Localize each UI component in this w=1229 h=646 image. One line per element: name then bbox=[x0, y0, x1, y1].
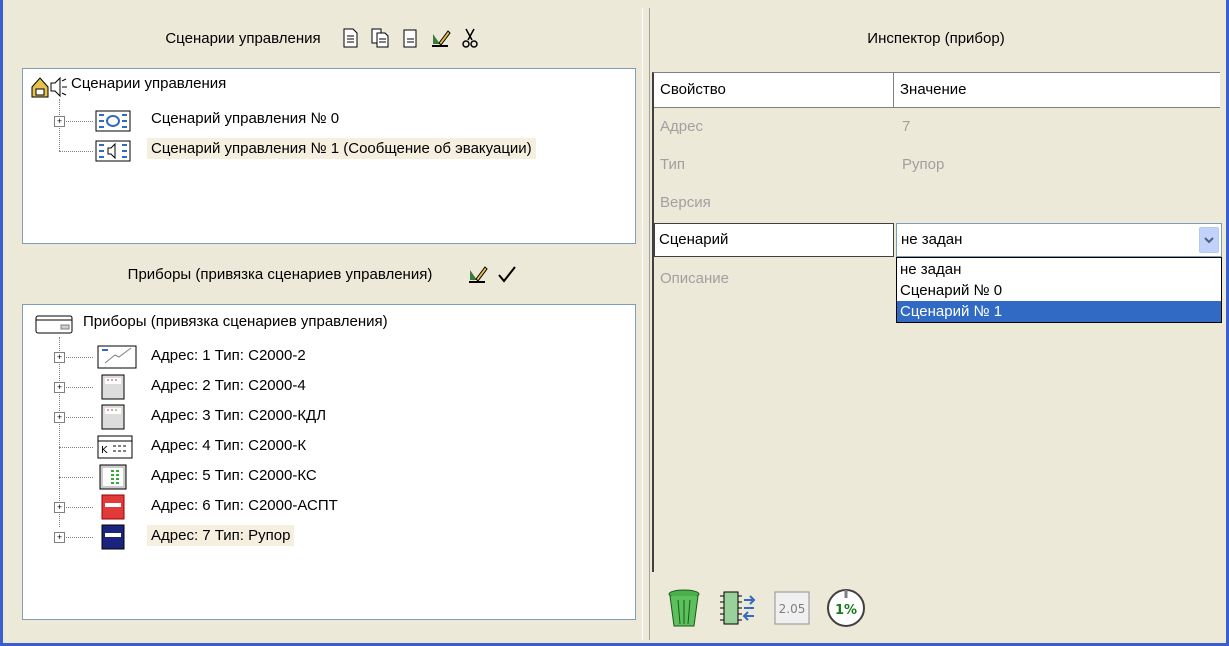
expand-toggle[interactable]: + bbox=[54, 502, 65, 513]
device-5-label[interactable]: Адрес: 5 Тип: С2000-КС bbox=[147, 465, 321, 486]
property-name: Версия bbox=[660, 194, 711, 211]
devices-root-icon bbox=[35, 315, 73, 334]
column-header-property[interactable]: Свойство bbox=[654, 73, 894, 107]
tree-connector bbox=[59, 447, 93, 448]
expand-toggle[interactable]: + bbox=[54, 382, 65, 393]
scenario-1-icon bbox=[95, 140, 131, 162]
property-name: Адрес bbox=[660, 118, 703, 135]
progress-label: 1% bbox=[835, 603, 857, 618]
device-1-label[interactable]: Адрес: 1 Тип: С2000-2 bbox=[147, 345, 310, 366]
scenario-select-value: не задан bbox=[901, 231, 963, 248]
device-4-label[interactable]: Адрес: 4 Тип: С2000-К bbox=[147, 435, 310, 456]
expand-toggle[interactable]: + bbox=[54, 116, 65, 127]
checkmark-icon[interactable] bbox=[493, 260, 521, 288]
property-grid[interactable]: Свойство Значение Адрес 7 Тип Рупор Верс… bbox=[652, 72, 1222, 572]
device-7-label[interactable]: Адрес: 7 Тип: Рупор bbox=[147, 525, 295, 546]
tree-connector bbox=[59, 151, 93, 152]
scenario-0-icon bbox=[95, 110, 131, 132]
c2000-k-icon: K bbox=[97, 435, 133, 459]
tree-connector bbox=[59, 477, 93, 478]
device-3-label[interactable]: Адрес: 3 Тип: С2000-КДЛ bbox=[147, 405, 330, 426]
new-doc-icon[interactable] bbox=[336, 24, 364, 52]
version-icon[interactable]: 2.05 bbox=[770, 586, 814, 630]
c2000-4-icon bbox=[101, 374, 125, 400]
device-2-label[interactable]: Адрес: 2 Тип: С2000-4 bbox=[147, 375, 310, 396]
devices-header: Приборы (привязка сценариев управления) bbox=[8, 244, 642, 304]
trash-icon[interactable] bbox=[662, 586, 706, 630]
column-header-value[interactable]: Значение bbox=[894, 73, 1220, 107]
rupor-icon bbox=[101, 524, 125, 550]
property-name: Тип bbox=[660, 156, 686, 173]
scenarios-tree[interactable]: Сценарии управления + Сценарий управлени… bbox=[22, 68, 636, 244]
pane-splitter[interactable] bbox=[642, 8, 650, 640]
property-row-type[interactable]: Тип Рупор bbox=[654, 147, 1220, 183]
svg-text:K: K bbox=[101, 445, 108, 456]
expand-toggle[interactable]: + bbox=[54, 352, 65, 363]
grid-header: Свойство Значение bbox=[654, 73, 1220, 108]
left-pane: Сценарии управления Сценарии управления … bbox=[8, 8, 642, 640]
dropdown-option-highlighted[interactable]: Сценарий № 1 bbox=[897, 301, 1221, 322]
c2000-kdl-icon bbox=[101, 404, 125, 430]
scenario-select[interactable]: не задан bbox=[896, 223, 1222, 257]
inspector-pane: Инспектор (прибор) Свойство Значение Адр… bbox=[650, 8, 1222, 640]
scenarios-title: Сценарии управления bbox=[165, 29, 321, 47]
scenarios-root-label[interactable]: Сценарии управления bbox=[67, 73, 230, 94]
chevron-down-icon bbox=[1204, 237, 1214, 244]
property-row-description[interactable]: Описание bbox=[654, 261, 1220, 297]
property-row-scenario[interactable]: Сценарий не задан не задан Сценарий № 0 … bbox=[654, 223, 1222, 323]
property-value: 7 bbox=[902, 118, 911, 135]
devices-root-label[interactable]: Приборы (привязка сценариев управления) bbox=[79, 311, 392, 332]
expand-toggle[interactable]: + bbox=[54, 532, 65, 543]
copy-doc-icon[interactable] bbox=[366, 24, 394, 52]
chip-icon[interactable] bbox=[716, 586, 760, 630]
c2000-aspt-icon bbox=[101, 494, 125, 520]
property-row-address[interactable]: Адрес 7 bbox=[654, 109, 1220, 145]
scenarios-root-icon bbox=[31, 76, 67, 98]
dropdown-button[interactable] bbox=[1199, 227, 1219, 253]
edit-icon[interactable] bbox=[426, 24, 454, 52]
edit-icon[interactable] bbox=[463, 260, 491, 288]
property-name: Описание bbox=[660, 270, 730, 287]
progress-icon[interactable]: 1% bbox=[824, 586, 868, 630]
doc-icon[interactable] bbox=[396, 24, 424, 52]
tree-connector bbox=[59, 337, 60, 527]
scenario-1-label[interactable]: Сценарий управления № 1 (Сообщение об эв… bbox=[147, 138, 536, 159]
property-value: Рупор bbox=[902, 156, 945, 173]
inspector-title: Инспектор (прибор) bbox=[867, 29, 1005, 47]
scenario-0-label[interactable]: Сценарий управления № 0 bbox=[147, 108, 343, 129]
expand-toggle[interactable]: + bbox=[54, 412, 65, 423]
devices-title: Приборы (привязка сценариев управления) bbox=[127, 265, 433, 283]
inspector-toolbar: 2.05 1% bbox=[662, 580, 868, 636]
scenario-property-label: Сценарий bbox=[654, 223, 894, 257]
version-label: 2.05 bbox=[779, 602, 806, 616]
cut-icon[interactable] bbox=[456, 24, 484, 52]
device-6-label[interactable]: Адрес: 6 Тип: С2000-АСПТ bbox=[147, 495, 342, 516]
property-row-version[interactable]: Версия bbox=[654, 185, 1220, 221]
window-frame-left bbox=[0, 0, 3, 646]
devices-tree[interactable]: Приборы (привязка сценариев управления) … bbox=[22, 304, 636, 620]
c2000-ks-icon bbox=[99, 464, 127, 490]
c2000-2-icon bbox=[97, 345, 137, 369]
scenarios-header: Сценарии управления bbox=[8, 8, 642, 68]
